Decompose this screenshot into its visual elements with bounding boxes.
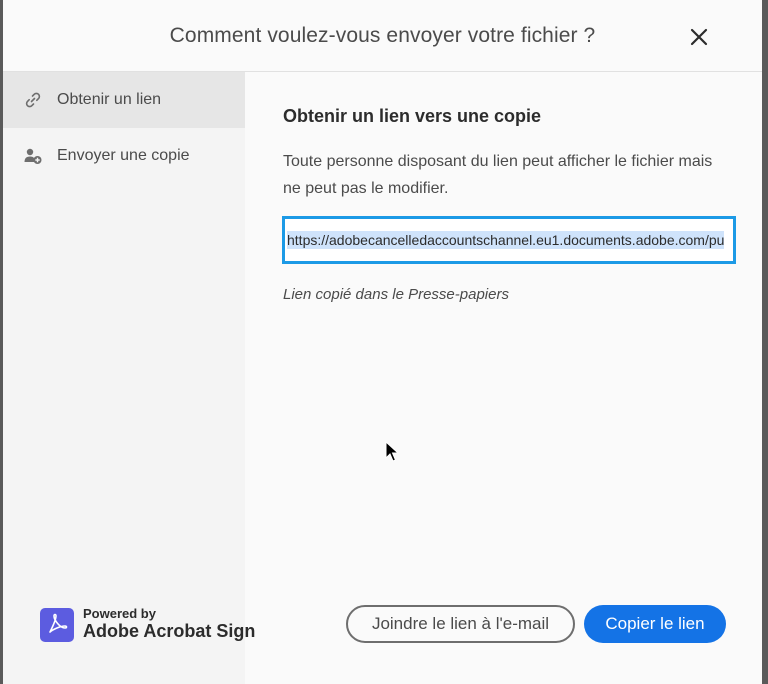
share-dialog: Comment voulez-vous envoyer votre fichie…	[3, 0, 762, 684]
attach-link-email-button[interactable]: Joindre le lien à l'e-mail	[346, 605, 575, 643]
sidebar-item-get-link[interactable]: Obtenir un lien	[3, 72, 245, 128]
link-value: https://adobecancelledaccountschannel.eu…	[287, 231, 725, 249]
link-icon	[23, 90, 43, 110]
close-button[interactable]	[687, 25, 711, 49]
powered-by-brand: Powered by Adobe Acrobat Sign	[40, 606, 255, 646]
section-heading: Obtenir un lien vers une copie	[283, 106, 542, 126]
mouse-cursor-icon	[385, 441, 399, 462]
sidebar-item-label: Obtenir un lien	[57, 91, 162, 108]
dialog-header: Comment voulez-vous envoyer votre fichie…	[3, 0, 762, 72]
sidebar-item-label: Envoyer une copie	[57, 147, 190, 164]
copy-link-button[interactable]: Copier le lien	[584, 605, 726, 643]
dialog-title: Comment voulez-vous envoyer votre fichie…	[169, 24, 596, 47]
sidebar: Obtenir un lien Envoyer une copie Powere…	[3, 72, 255, 684]
main-panel: Obtenir un lien vers une copie Toute per…	[245, 72, 762, 684]
link-field[interactable]: https://adobecancelledaccountschannel.eu…	[282, 216, 736, 264]
brand-name: Adobe Acrobat Sign	[83, 621, 256, 641]
powered-by-label: Powered by	[83, 606, 156, 621]
section-description: Toute personne disposant du lien peut af…	[283, 153, 713, 197]
copied-status: Lien copié dans le Presse-papiers	[283, 286, 509, 303]
acrobat-logo-icon	[40, 608, 74, 642]
add-person-icon	[23, 146, 43, 166]
close-icon	[690, 28, 708, 46]
sidebar-item-send-copy[interactable]: Envoyer une copie	[3, 128, 245, 184]
